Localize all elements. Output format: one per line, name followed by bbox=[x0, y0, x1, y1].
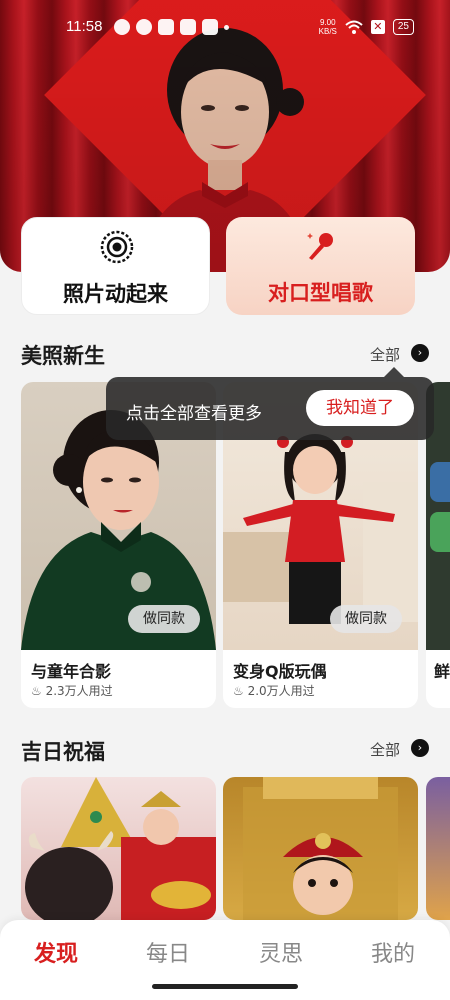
lip-sync-sing-label: 对口型唱歌 bbox=[268, 281, 373, 305]
section-title-beauty: 美照新生 bbox=[21, 344, 105, 368]
section-beauty-all-link[interactable]: 全部 bbox=[370, 344, 400, 365]
lip-sync-sing-button[interactable]: 对口型唱歌 bbox=[226, 217, 415, 315]
wifi-icon bbox=[345, 20, 363, 34]
make-same-button[interactable]: 做同款 bbox=[330, 605, 402, 633]
tooltip-arrow bbox=[384, 367, 404, 377]
template-card-golden-prince[interactable] bbox=[223, 777, 418, 920]
section-title-blessing: 吉日祝福 bbox=[21, 740, 105, 764]
fire-icon: ♨ bbox=[233, 684, 244, 698]
card-usage-count: 2.0万人用过 bbox=[247, 684, 315, 698]
nav-tab-inspiration[interactable]: 灵思 bbox=[241, 936, 321, 968]
make-same-button[interactable]: 做同款 bbox=[128, 605, 200, 633]
template-card-fortune-ox[interactable] bbox=[21, 777, 216, 920]
tooltip-text: 点击全部查看更多 bbox=[126, 404, 262, 424]
card-usage: ♨ 2.3万人用过 bbox=[31, 682, 113, 699]
feishu-icon bbox=[158, 19, 174, 35]
app-icon bbox=[136, 19, 152, 35]
card-image-fortune-ox bbox=[21, 777, 216, 920]
nav-tab-mine[interactable]: 我的 bbox=[353, 936, 433, 968]
battery-icon: 25 bbox=[392, 19, 414, 35]
network-speed-unit: KB/S bbox=[318, 27, 337, 36]
chevron-right-icon[interactable]: › bbox=[411, 739, 429, 757]
photo-animate-label: 照片动起来 bbox=[63, 282, 168, 306]
card-title: 变身Q版玩偶 bbox=[233, 662, 327, 681]
card-usage-count: 2.3万人用过 bbox=[45, 684, 113, 698]
microphone-icon bbox=[307, 233, 333, 260]
card-image-peek bbox=[426, 777, 450, 920]
qq-icon bbox=[114, 19, 130, 35]
notification-icons bbox=[114, 19, 229, 35]
search-app-icon bbox=[180, 19, 196, 35]
app-icon bbox=[202, 19, 218, 35]
chevron-right-icon[interactable]: › bbox=[411, 344, 429, 362]
card-usage: ♨ 2.0万人用过 bbox=[233, 682, 315, 699]
photo-animate-button[interactable]: 照片动起来 bbox=[21, 217, 210, 315]
card-title: 鲜 bbox=[434, 662, 450, 681]
nav-tab-discover[interactable]: 发现 bbox=[16, 936, 96, 968]
status-bar: 11:58 9.00 KB/S ✕ 25 bbox=[0, 14, 450, 44]
target-icon bbox=[100, 230, 134, 264]
app-icon bbox=[430, 512, 450, 552]
template-card-peek[interactable] bbox=[426, 777, 450, 920]
dot-icon bbox=[224, 25, 229, 30]
no-sim-icon: ✕ bbox=[370, 20, 385, 34]
section-blessing-all-link[interactable]: 全部 bbox=[370, 739, 400, 760]
home-indicator[interactable] bbox=[152, 984, 298, 989]
network-speed-value: 9.00 bbox=[319, 18, 336, 27]
got-it-button[interactable]: 我知道了 bbox=[306, 390, 414, 426]
status-time: 11:58 bbox=[66, 18, 103, 35]
card-image-golden-prince bbox=[223, 777, 418, 920]
system-status: 9.00 KB/S ✕ 25 bbox=[319, 18, 414, 36]
onboarding-tooltip: 点击全部查看更多 我知道了 bbox=[106, 377, 434, 440]
nav-tab-daily[interactable]: 每日 bbox=[128, 936, 208, 968]
app-icon bbox=[430, 462, 450, 502]
network-speed: 9.00 KB/S bbox=[319, 18, 337, 36]
card-title: 与童年合影 bbox=[31, 662, 112, 681]
fire-icon: ♨ bbox=[31, 684, 42, 698]
